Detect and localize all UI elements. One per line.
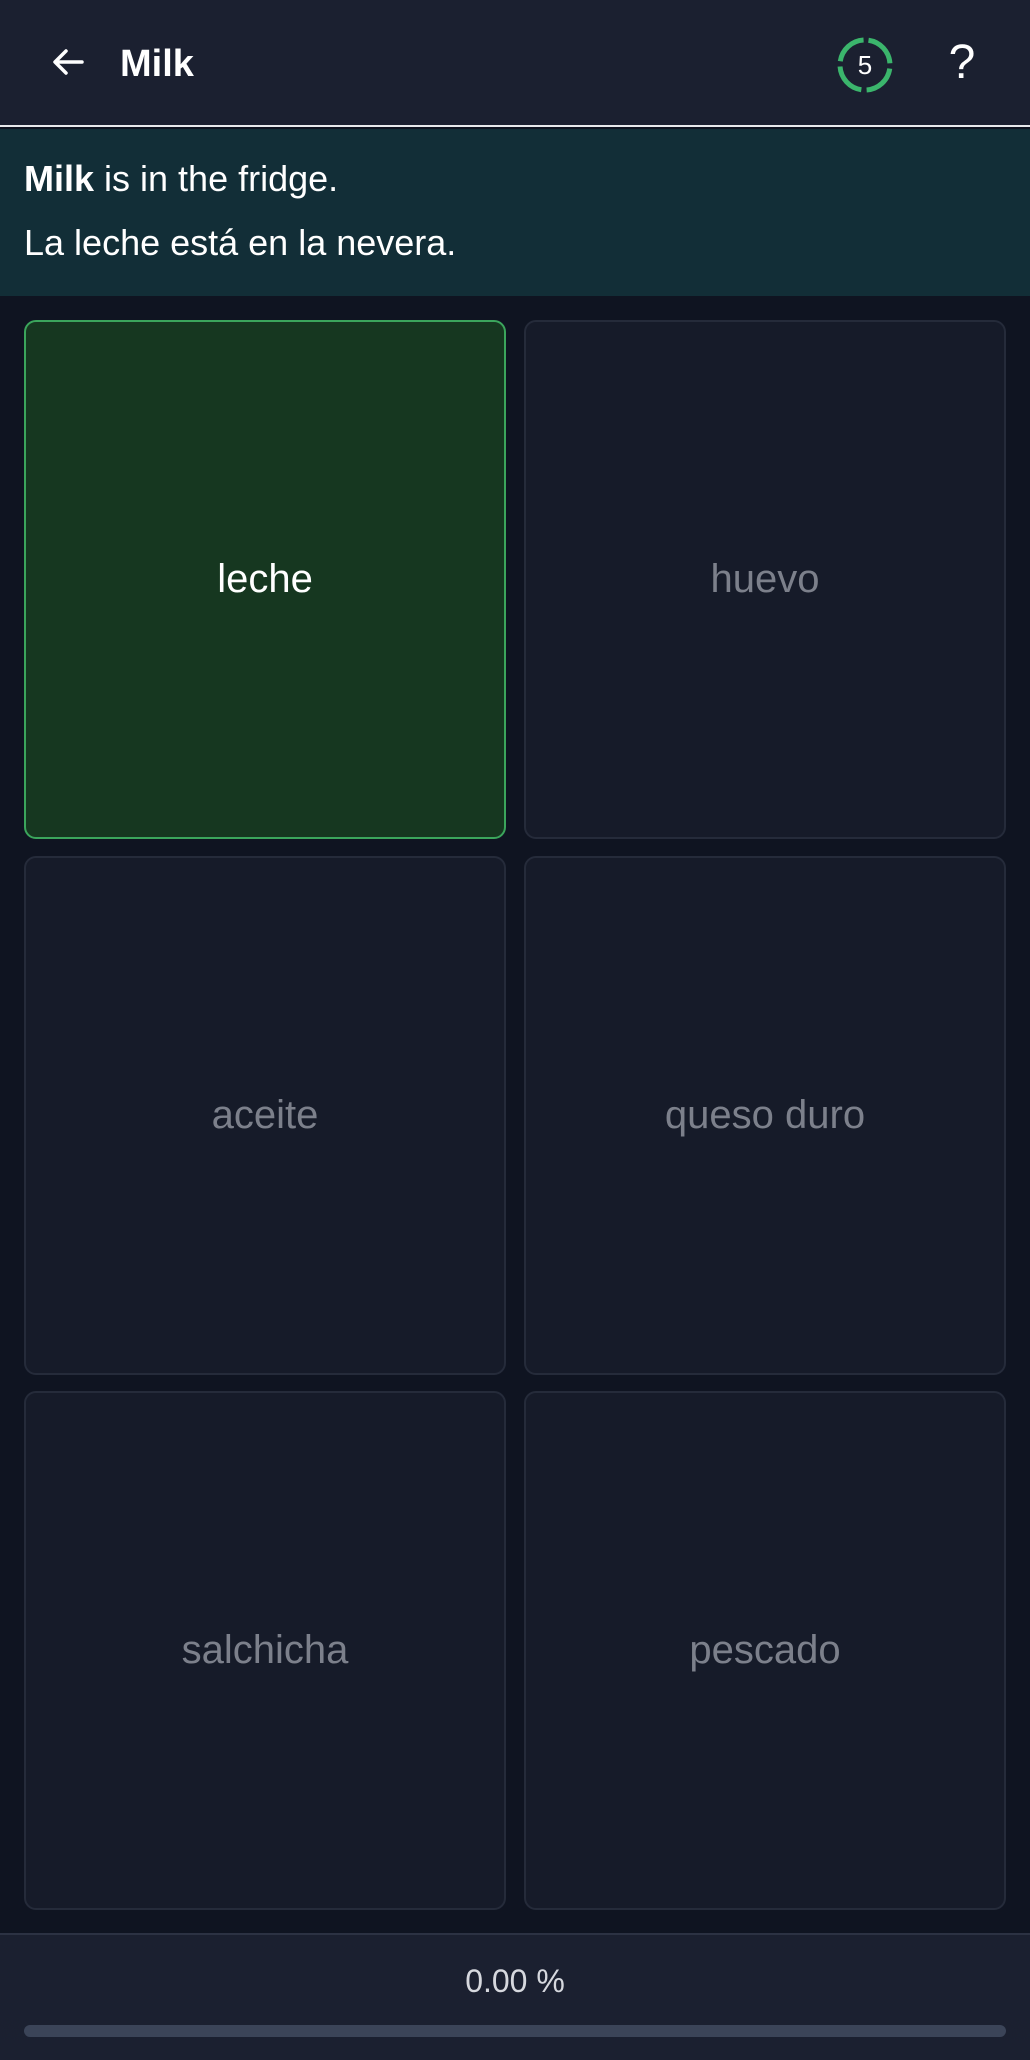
answer-option-label: salchicha (181, 1628, 349, 1672)
english-sentence-rest: is in the fridge. (94, 158, 339, 199)
answer-option-label: aceite (211, 1093, 319, 1137)
answer-option-label: queso duro (664, 1093, 866, 1137)
answer-option[interactable]: queso duro (524, 856, 1006, 1375)
app-root: Milk 5 ? Milk is in the fridge. La leche… (0, 0, 1030, 2060)
progress-bar (24, 2025, 1006, 2037)
top-bar: Milk 5 ? (0, 0, 1030, 127)
help-icon: ? (948, 35, 976, 89)
answer-option-label: pescado (689, 1628, 841, 1672)
answer-option[interactable]: salchicha (24, 1391, 506, 1910)
sentence-panel: Milk is in the fridge. La leche está en … (0, 129, 1030, 296)
remaining-counter: 5 (836, 36, 894, 94)
answer-option[interactable]: aceite (24, 856, 506, 1375)
answer-option[interactable]: leche (24, 320, 506, 839)
page-title: Milk (120, 43, 194, 85)
answer-option-label: leche (217, 557, 313, 601)
highlighted-word: Milk (24, 158, 95, 199)
progress-percent: 0.00 % (465, 1963, 565, 1999)
arrow-left-icon (53, 49, 84, 75)
spanish-sentence: La leche está en la nevera. (24, 222, 457, 263)
answer-option[interactable]: huevo (524, 320, 1006, 839)
back-button[interactable] (36, 30, 100, 94)
english-sentence: Milk is in the fridge. (24, 157, 338, 201)
progress-footer: 0.00 % (0, 1933, 1030, 2060)
answer-option[interactable]: pescado (524, 1391, 1006, 1910)
help-button[interactable]: ? (930, 30, 994, 94)
counter-value: 5 (857, 49, 873, 80)
answer-option-label: huevo (710, 557, 820, 601)
